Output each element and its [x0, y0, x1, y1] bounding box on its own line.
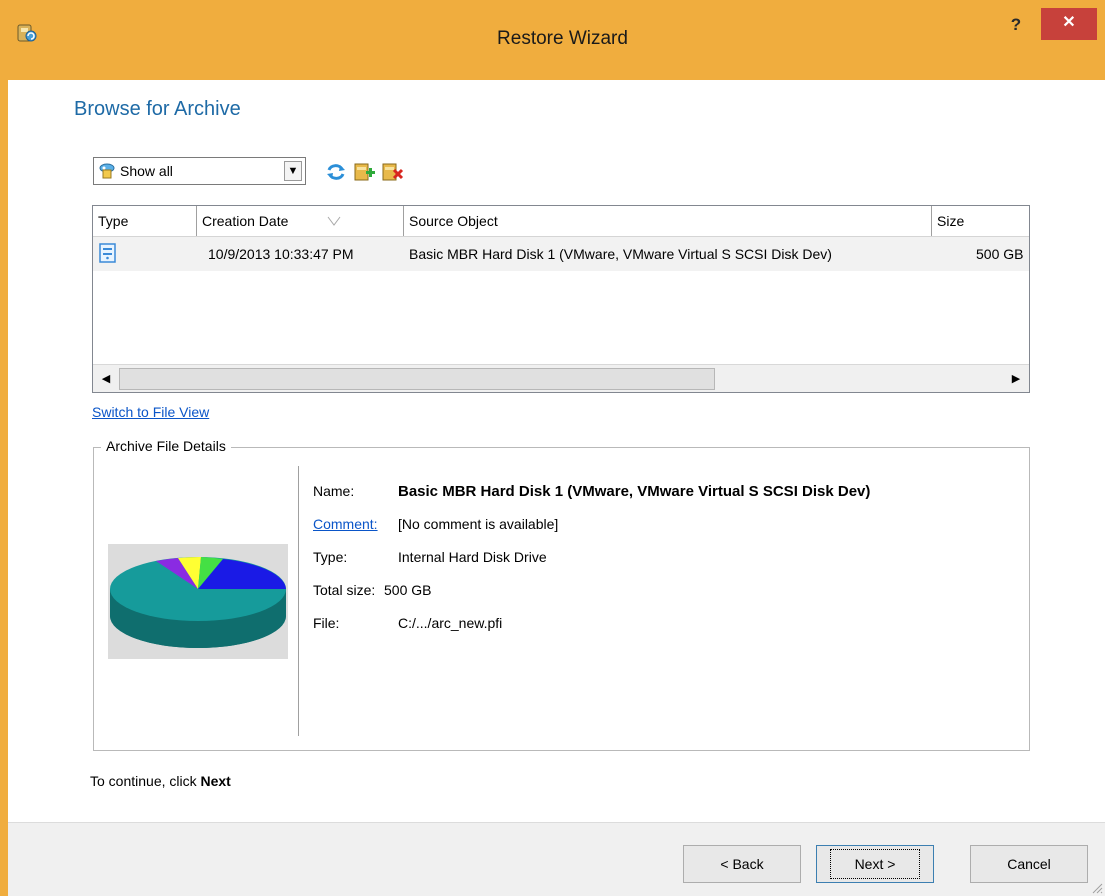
archive-filter-value: Show all [120, 163, 173, 179]
window-title: Restore Wizard [497, 28, 628, 49]
scrollbar-thumb[interactable] [119, 368, 715, 390]
pie-chart-graphic [110, 556, 286, 648]
disk-image-icon [99, 243, 116, 263]
archive-list-header: Type Creation Date Source Object Size [93, 206, 1029, 237]
disk-usage-pie-icon [108, 544, 288, 659]
next-button[interactable]: Next > [816, 845, 934, 883]
group-title: Archive File Details [101, 438, 231, 454]
help-button[interactable]: ? [1001, 14, 1031, 42]
name-value: Basic MBR Hard Disk 1 (VMware, VMware Vi… [398, 483, 871, 500]
table-row[interactable]: 10/9/2013 10:33:47 PM Basic MBR Hard Dis… [93, 237, 1029, 271]
size-cell: 500 GB [976, 246, 1024, 262]
continue-instruction-prefix: To continue, click [90, 773, 201, 789]
column-header-size[interactable]: Size [932, 206, 1029, 236]
name-label: Name: [313, 483, 355, 499]
creation-date-cell: 10/9/2013 10:33:47 PM [208, 246, 354, 262]
close-button[interactable]: ✕ [1041, 8, 1097, 40]
total-size-value: 500 GB [384, 582, 432, 598]
continue-instruction: To continue, click Next [90, 773, 231, 789]
column-header-type[interactable]: Type [93, 206, 197, 236]
page-title: Browse for Archive [74, 98, 241, 120]
comment-label[interactable]: Comment: [313, 516, 378, 532]
delete-archive-icon[interactable] [380, 160, 404, 184]
comment-value: [No comment is available] [398, 516, 559, 532]
chevron-down-icon[interactable]: ▼ [284, 161, 302, 181]
add-archive-icon[interactable] [352, 160, 376, 184]
sort-descending-icon [327, 216, 341, 226]
resize-grip-icon[interactable] [1089, 880, 1103, 894]
archive-filter-dropdown[interactable]: Show all ▼ [93, 157, 306, 185]
horizontal-scrollbar[interactable]: ◀ ▶ [93, 364, 1029, 392]
source-object-cell: Basic MBR Hard Disk 1 (VMware, VMware Vi… [409, 246, 832, 262]
wizard-footer: < Back Next > Cancel [8, 822, 1105, 896]
comment-link[interactable]: Comment: [313, 516, 378, 532]
wizard-client-area: Browse for Archive Show all ▼ Type Creat… [8, 80, 1105, 896]
archive-file-details-group: Archive File Details Name: Basic MBR Har… [93, 438, 1030, 751]
column-header-creation-date[interactable]: Creation Date [197, 206, 404, 236]
back-button[interactable]: < Back [683, 845, 801, 883]
title-bar: Restore Wizard ? ✕ [0, 0, 1105, 80]
total-size-label: Total size: [313, 582, 376, 598]
refresh-icon[interactable] [324, 160, 348, 184]
details-divider [298, 466, 299, 736]
show-all-icon [99, 163, 115, 179]
cancel-button[interactable]: Cancel [970, 845, 1088, 883]
switch-to-file-view-link[interactable]: Switch to File View [92, 404, 209, 420]
file-label: File: [313, 615, 340, 631]
archive-list[interactable]: Type Creation Date Source Object Size 10… [92, 205, 1030, 393]
column-header-source-object[interactable]: Source Object [404, 206, 932, 236]
next-button-label: Next > [829, 849, 921, 879]
scroll-right-icon[interactable]: ▶ [1005, 368, 1027, 390]
continue-instruction-emphasis: Next [200, 773, 231, 789]
scroll-left-icon[interactable]: ◀ [95, 368, 117, 390]
column-header-creation-date-label: Creation Date [202, 213, 289, 229]
type-label: Type: [313, 549, 348, 565]
file-value: C:/.../arc_new.pfi [398, 615, 503, 631]
type-value: Internal Hard Disk Drive [398, 549, 547, 565]
